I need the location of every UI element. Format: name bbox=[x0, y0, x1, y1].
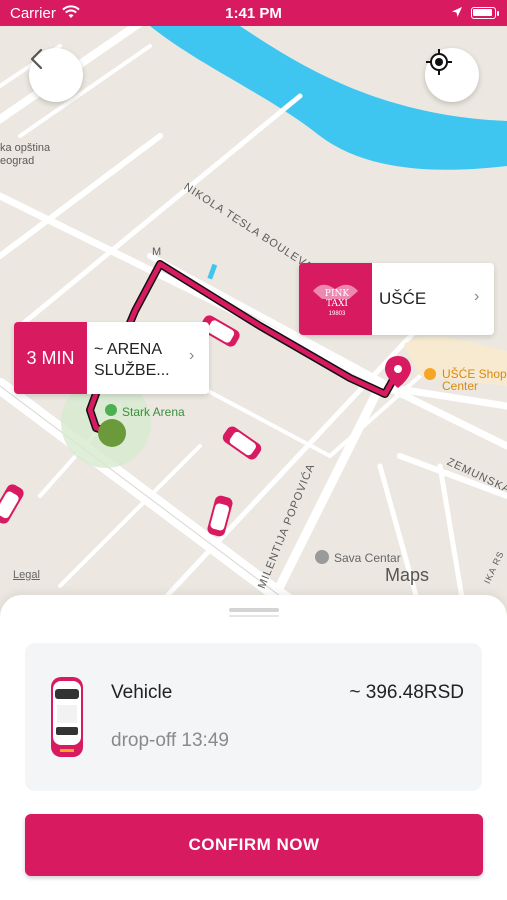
dropoff-time: drop-off 13:49 bbox=[111, 730, 229, 751]
car-icon bbox=[51, 677, 83, 757]
vehicle-price: ~ 396.48RSD bbox=[349, 682, 464, 703]
logo-sub: 19803 bbox=[328, 311, 346, 317]
battery-tip bbox=[497, 11, 499, 16]
shop-icon bbox=[424, 368, 436, 380]
location-arrow-icon bbox=[451, 5, 463, 22]
confirm-button[interactable]: CONFIRM NOW bbox=[25, 814, 483, 876]
vehicle-name: Vehicle bbox=[111, 682, 173, 703]
map-view[interactable]: NIKOLA TESLA BOULEVARD MILENTIJA POPOVIĆ… bbox=[0, 26, 507, 646]
street-label: M bbox=[152, 246, 163, 258]
legal-link[interactable]: Legal bbox=[13, 569, 40, 581]
eta-badge: 3 MIN bbox=[14, 322, 87, 394]
pickup-marker[interactable] bbox=[98, 419, 126, 447]
taxi-marker bbox=[0, 484, 24, 524]
clock: 1:41 PM bbox=[225, 5, 282, 22]
poi-label: Center bbox=[442, 379, 479, 393]
chevron-right-icon: › bbox=[189, 347, 195, 364]
my-location-button[interactable] bbox=[425, 48, 479, 102]
chevron-right-icon: › bbox=[474, 288, 480, 305]
area-label: eograd bbox=[0, 155, 35, 167]
sheet-grabber[interactable] bbox=[229, 608, 279, 612]
maps-brand-text: Maps bbox=[385, 565, 430, 585]
poi-label: Sava Centar bbox=[334, 551, 401, 565]
chevron-left-icon bbox=[30, 48, 43, 70]
area-label: ka opština bbox=[0, 142, 51, 154]
sheet-grabber-shadow bbox=[229, 615, 279, 617]
pink-taxi-logo: PINK TAXI 19803 bbox=[299, 263, 372, 335]
pond bbox=[207, 263, 218, 280]
vehicle-option[interactable]: Vehicle ~ 396.48RSD drop-off 13:49 bbox=[25, 643, 482, 791]
sava-centar-icon bbox=[315, 550, 329, 564]
crosshair-icon bbox=[426, 49, 452, 75]
maps-brand: Maps bbox=[385, 565, 429, 586]
pickup-card[interactable]: 3 MIN ~ ARENA SLUŽBE... › bbox=[14, 322, 209, 394]
poi-label: Stark Arena bbox=[122, 405, 185, 419]
status-bar: Carrier 1:41 PM bbox=[0, 0, 507, 26]
logo-text: PINK TAXI bbox=[324, 289, 350, 309]
bottom-sheet: Vehicle ~ 396.48RSD drop-off 13:49 CONFI… bbox=[0, 595, 507, 900]
stark-arena-icon bbox=[105, 404, 117, 416]
battery-icon bbox=[471, 7, 496, 19]
destination-name: UŠĆE bbox=[379, 289, 427, 308]
destination-card[interactable]: PINK TAXI 19803 UŠĆE › bbox=[299, 263, 494, 335]
back-button[interactable] bbox=[29, 48, 83, 102]
pickup-name: ~ ARENA SLUŽBE... bbox=[94, 341, 170, 379]
taxi-marker bbox=[222, 426, 262, 460]
